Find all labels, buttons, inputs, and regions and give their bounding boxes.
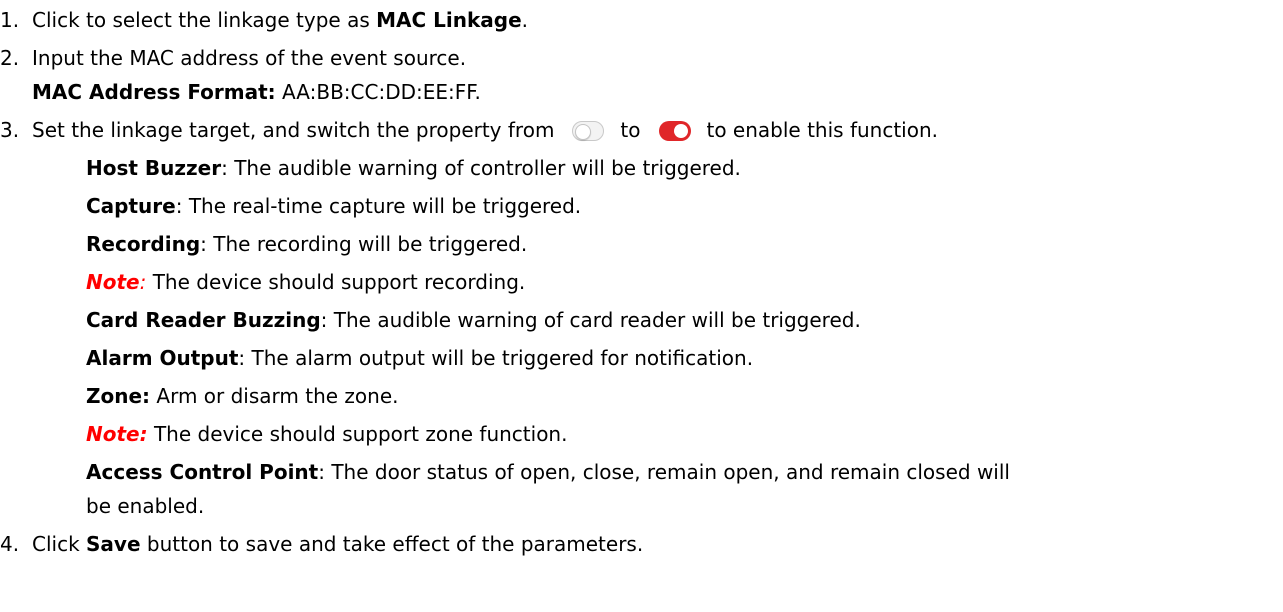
save-term: Save (86, 532, 141, 556)
list-item-text: Host Buzzer: The audible warning of cont… (86, 151, 741, 185)
list-item-text: Capture: The real-time capture will be t… (86, 189, 581, 223)
step-text-suffix: button to save and take effect of the pa… (140, 532, 644, 556)
item-desc-cont: be enabled. (86, 494, 205, 518)
step-number: 3. (0, 118, 20, 142)
item-label: Recording (86, 232, 201, 256)
item-desc: The alarm output will be triggered for n… (251, 346, 754, 370)
item-label: Capture (86, 194, 176, 218)
note-text: Note: The device should support zone fun… (86, 417, 567, 451)
mac-format: MAC Address Format: AA:BB:CC:DD:EE:FF. (32, 75, 481, 109)
step-text-a: Set the linkage target, and switch the p… (32, 118, 555, 142)
note-label: Note (86, 270, 140, 294)
item-sep: : (221, 156, 235, 180)
toggle-knob (575, 124, 592, 140)
item-sep: : (320, 308, 334, 332)
mac-format-label: MAC Address Format: (32, 80, 276, 104)
step-text: Click Save button to save and take effec… (32, 527, 643, 561)
item-sep: : (238, 346, 252, 370)
item-desc: Arm or disarm the zone. (150, 384, 399, 408)
list-item-text: Zone: Arm or disarm the zone. (86, 379, 399, 413)
note-desc: The device should support recording. (146, 270, 526, 294)
item-desc: The real-time capture will be triggered. (188, 194, 582, 218)
toggle-off-icon (572, 121, 605, 141)
step-number: 1. (0, 8, 20, 32)
item-sep: : (318, 460, 332, 484)
step-text-prefix: Click to select the linkage type as (32, 8, 377, 32)
note-label: Note: (86, 422, 148, 446)
item-desc: The audible warning of controller will b… (234, 156, 741, 180)
toggle-on-icon (658, 121, 691, 141)
item-label: Card Reader Buzzing (86, 308, 321, 332)
list-item-text: Card Reader Buzzing: The audible warning… (86, 303, 861, 337)
note-text: Note: The device should support recordin… (86, 265, 525, 299)
item-label: Zone: (86, 384, 151, 408)
step-text-c: to enable this function. (706, 118, 939, 142)
item-label: Alarm Output (86, 346, 239, 370)
toggle-knob (673, 124, 688, 138)
note-desc: The device should support zone function. (147, 422, 568, 446)
step-text: Click to select the linkage type as MAC … (32, 3, 528, 37)
list-item-text: Alarm Output: The alarm output will be t… (86, 341, 753, 375)
step-text-prefix: Click (32, 532, 87, 556)
step-text: Input the MAC address of the event sourc… (32, 46, 467, 70)
item-desc: The audible warning of card reader will … (333, 308, 861, 332)
step-text-suffix: . (521, 8, 529, 32)
mac-linkage-term: MAC Linkage (376, 8, 522, 32)
item-label: Host Buzzer (86, 156, 222, 180)
list-item-text: Recording: The recording will be trigger… (86, 227, 527, 261)
mac-format-value: AA:BB:CC:DD:EE:FF. (275, 80, 481, 104)
step-text-b: to (620, 118, 641, 142)
step-number: 2. (0, 46, 20, 70)
item-desc: The recording will be triggered. (213, 232, 528, 256)
item-sep: : (175, 194, 189, 218)
item-desc: The door status of open, close, remain o… (331, 460, 1010, 484)
item-label: Access Control Point (86, 460, 319, 484)
item-sep: : (200, 232, 214, 256)
step-text: Set the linkage target, and switch the p… (32, 113, 938, 147)
step-number: 4. (0, 532, 20, 556)
list-item-text: Access Control Point: The door status of… (86, 455, 1010, 489)
